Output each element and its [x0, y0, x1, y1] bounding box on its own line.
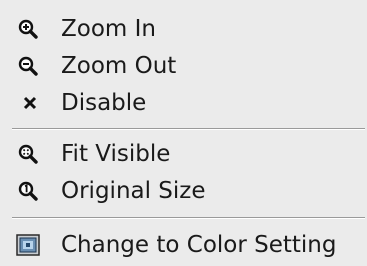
zoom-original-icon — [18, 181, 38, 201]
context-menu: Zoom In Zoom Out Disable Fit Visible Ori… — [0, 0, 367, 266]
menu-item-disable[interactable]: Disable — [0, 85, 367, 121]
menu-item-original-size[interactable]: Original Size — [0, 173, 367, 209]
zoom-in-icon — [18, 19, 38, 39]
zoom-out-icon — [18, 56, 38, 76]
menu-item-change-to-color-setting[interactable]: Change to Color Setting — [0, 227, 367, 263]
menu-item-label: Fit Visible — [61, 141, 171, 167]
menu-item-label: Zoom Out — [61, 53, 177, 79]
menu-item-zoom-out[interactable]: Zoom Out — [0, 48, 367, 84]
menu-item-label: Change to Color Setting — [61, 232, 337, 258]
menu-item-label: Original Size — [61, 178, 206, 204]
zoom-fit-icon — [18, 144, 38, 164]
menu-item-zoom-in[interactable]: Zoom In — [0, 11, 367, 47]
close-x-icon — [22, 95, 38, 111]
menu-item-fit-visible[interactable]: Fit Visible — [0, 136, 367, 172]
menu-item-label: Disable — [61, 90, 147, 116]
menu-item-label: Zoom In — [61, 16, 156, 42]
menu-separator — [12, 217, 365, 219]
menu-separator — [12, 128, 365, 130]
color-setting-icon — [16, 234, 40, 256]
